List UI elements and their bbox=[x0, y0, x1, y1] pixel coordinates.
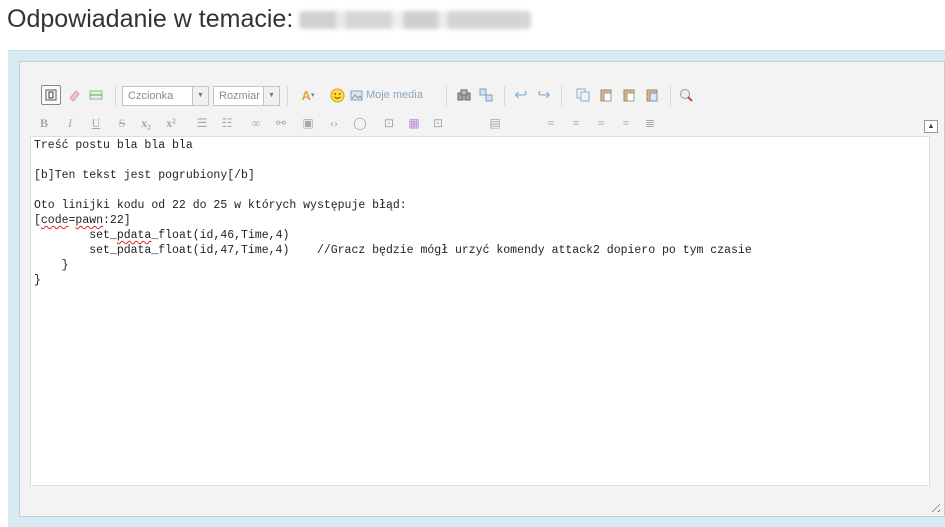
undo-icon[interactable]: ↩ bbox=[511, 85, 531, 105]
page-title: Odpowiadanie w temacie: bbox=[7, 2, 532, 36]
post-content-textarea[interactable]: Treść postu bla bla bla [b]Ten tekst jest… bbox=[30, 136, 930, 486]
chevron-down-icon: ▼ bbox=[263, 87, 279, 105]
font-size-select[interactable]: Rozmiar ▼ bbox=[213, 86, 280, 106]
font-size-label: Rozmiar bbox=[219, 90, 260, 102]
paste-icon[interactable] bbox=[596, 85, 616, 105]
spellcheck-icon[interactable] bbox=[676, 85, 696, 105]
smiley-icon[interactable] bbox=[327, 85, 347, 105]
media-icon bbox=[350, 90, 363, 100]
insert-page-icon[interactable]: ▤ bbox=[485, 113, 505, 133]
font-family-select[interactable]: Czcionka ▼ bbox=[122, 86, 209, 106]
redo-icon[interactable]: ↪ bbox=[534, 85, 554, 105]
editor-line: Treść postu bla bla bla bbox=[34, 139, 193, 152]
my-media-label: Moje media bbox=[366, 89, 423, 101]
copy-icon[interactable] bbox=[573, 85, 593, 105]
editor-line: set_pdata_float(id,47,Time,4) //Gracz bę… bbox=[34, 244, 752, 257]
text-color-icon[interactable]: A ▾ bbox=[295, 85, 321, 105]
source-view-icon[interactable] bbox=[41, 85, 61, 105]
insert-block-icon[interactable]: ⊡ bbox=[428, 113, 448, 133]
paste-word-icon[interactable] bbox=[642, 85, 662, 105]
resize-handle-icon[interactable] bbox=[928, 500, 940, 512]
quote-icon[interactable]: ◯ bbox=[350, 113, 370, 133]
align-center-icon[interactable]: ≡ bbox=[566, 113, 586, 133]
horizontal-rule-icon[interactable] bbox=[86, 85, 106, 105]
numbered-list-icon[interactable]: ☷ bbox=[217, 113, 237, 133]
indent-icon[interactable]: ≣ bbox=[640, 113, 660, 133]
link-icon[interactable]: ∞ bbox=[246, 113, 266, 133]
blurred-topic-name bbox=[299, 11, 532, 30]
subscript-button[interactable]: x₂ bbox=[136, 113, 156, 133]
editor-line: } bbox=[34, 274, 41, 287]
bullet-list-icon[interactable]: ☰ bbox=[192, 113, 212, 133]
editor-toolbar-main: Czcionka ▼ Rozmiar ▼ A ▾ Moje media ↩ ↪ bbox=[20, 81, 944, 109]
italic-button[interactable]: I bbox=[60, 113, 80, 133]
editor-line: [b]Ten tekst jest pogrubiony[/b] bbox=[34, 169, 255, 182]
font-family-label: Czcionka bbox=[128, 90, 174, 102]
my-media-button[interactable]: Moje media bbox=[350, 85, 423, 105]
editor-line: [code=pawn:22] bbox=[34, 214, 131, 227]
code-block-icon[interactable]: ⊡ bbox=[379, 113, 399, 133]
editor-frame: Czcionka ▼ Rozmiar ▼ A ▾ Moje media ↩ ↪ B I… bbox=[8, 50, 945, 527]
align-left-icon[interactable]: ≡ bbox=[541, 113, 561, 133]
align-right-icon[interactable]: ≡ bbox=[591, 113, 611, 133]
replace-icon[interactable] bbox=[476, 85, 496, 105]
table-icon[interactable]: ▦ bbox=[404, 113, 424, 133]
paste-text-icon[interactable] bbox=[619, 85, 639, 105]
superscript-button[interactable]: x² bbox=[161, 113, 181, 133]
find-icon[interactable] bbox=[454, 85, 474, 105]
editor-toolbar-format: B I U S x₂ x² ☰ ☷ ∞ ⚯ ▣ ‹› ◯ ⊡ ▦ ⊡ ▤ ≡ ≡… bbox=[20, 113, 944, 135]
eraser-icon[interactable] bbox=[64, 85, 84, 105]
page-title-text: Odpowiadanie w temacie: bbox=[7, 5, 294, 33]
editor-line: set_pdata_float(id,46,Time,4) bbox=[34, 229, 290, 242]
editor-line: Oto linijki kodu od 22 do 25 w których w… bbox=[34, 199, 407, 212]
image-icon[interactable]: ▣ bbox=[298, 113, 318, 133]
unlink-icon[interactable]: ⚯ bbox=[271, 113, 291, 133]
align-justify-icon[interactable]: ≡ bbox=[616, 113, 636, 133]
editor-line: } bbox=[34, 259, 69, 272]
collapse-toolbar-icon[interactable]: ▲ bbox=[924, 120, 938, 133]
chevron-down-icon: ▼ bbox=[192, 87, 208, 105]
rich-text-editor: Czcionka ▼ Rozmiar ▼ A ▾ Moje media ↩ ↪ B I… bbox=[19, 61, 945, 517]
underline-button[interactable]: U bbox=[86, 113, 106, 133]
bold-button[interactable]: B bbox=[34, 113, 54, 133]
code-icon[interactable]: ‹› bbox=[324, 113, 344, 133]
strikethrough-button[interactable]: S bbox=[112, 113, 132, 133]
editor-statusbar bbox=[20, 486, 944, 516]
